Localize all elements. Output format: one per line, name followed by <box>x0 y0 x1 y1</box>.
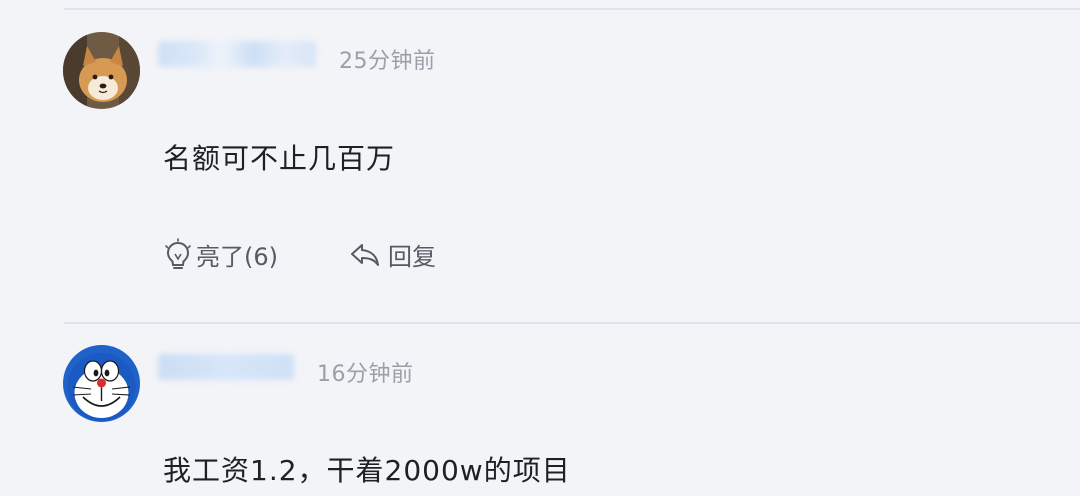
username-blurred[interactable] <box>158 41 316 67</box>
comment-text: 我工资1.2，干着2000w的项目 <box>163 454 571 487</box>
doraemon-avatar-icon <box>63 345 140 422</box>
like-button[interactable]: 亮了(6) <box>163 237 278 272</box>
comment-text: 名额可不止几百万 <box>163 142 396 175</box>
avatar[interactable] <box>63 32 140 109</box>
comment-actions: 亮了(6) 回复 <box>163 237 436 272</box>
reply-label: 回复 <box>388 243 436 271</box>
username-blurred[interactable] <box>158 354 294 380</box>
reply-arrow-icon <box>350 241 380 269</box>
comment-timestamp: 16分钟前 <box>317 362 414 387</box>
shiba-dog-avatar-icon <box>63 32 140 109</box>
reply-button[interactable]: 回复 <box>350 237 436 272</box>
comment-divider <box>64 322 1080 324</box>
avatar[interactable] <box>63 345 140 422</box>
comment-divider-top <box>64 8 1080 10</box>
comment-timestamp: 25分钟前 <box>339 49 436 74</box>
lightbulb-icon <box>163 237 193 272</box>
like-label: 亮了(6) <box>196 243 278 271</box>
